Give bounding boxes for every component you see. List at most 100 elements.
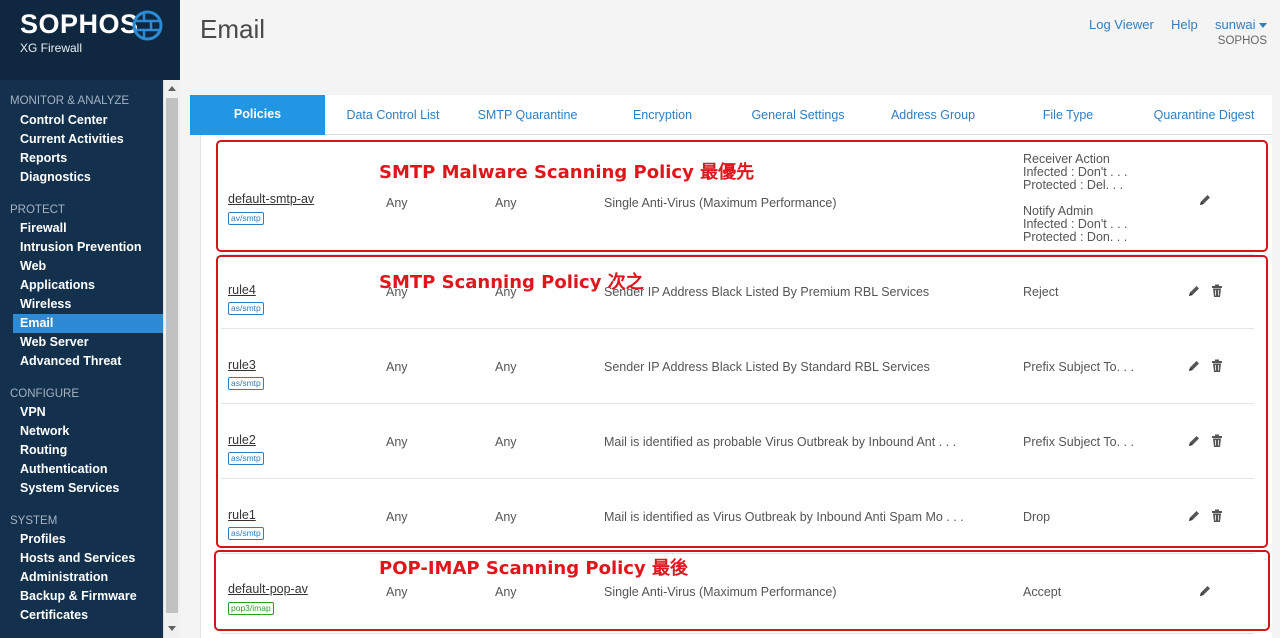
- user-menu[interactable]: sunwai: [1215, 17, 1268, 32]
- nav-item-advanced-threat[interactable]: Advanced Threat: [0, 352, 163, 371]
- policy-type-badge: as/smtp: [228, 377, 264, 390]
- edit-pencil-icon[interactable]: [1187, 434, 1201, 448]
- tab-bar: Policies Data Control List SMTP Quaranti…: [190, 95, 1272, 135]
- tab-general-settings[interactable]: General Settings: [730, 95, 866, 135]
- table-row[interactable]: rule1 as/smtp Any Any Mail is identified…: [221, 479, 1254, 554]
- nav-item-network[interactable]: Network: [0, 422, 163, 441]
- action-line: Protected : Don. . .: [1023, 230, 1128, 244]
- policy-action: Prefix Subject To. . .: [1023, 360, 1134, 374]
- policy-destination: Any: [495, 360, 517, 374]
- policy-name-link[interactable]: rule3: [228, 358, 256, 372]
- policy-action: Accept: [1023, 585, 1062, 599]
- main-navigation: MONITOR & ANALYZE Control Center Current…: [0, 80, 163, 638]
- help-link[interactable]: Help: [1171, 17, 1198, 32]
- edit-pencil-icon[interactable]: [1198, 193, 1212, 207]
- policy-name-link[interactable]: rule1: [228, 508, 256, 522]
- policy-list: default-smtp-av av/smtp Any Any Single A…: [200, 135, 1272, 638]
- policy-action: Drop: [1023, 510, 1051, 524]
- annotation-pop-imap: POP-IMAP Scanning Policy 最後: [379, 558, 688, 579]
- trash-icon[interactable]: [1210, 359, 1224, 373]
- table-row[interactable]: default-pop-av pop3/imap Any Any Single …: [221, 554, 1254, 634]
- edit-pencil-icon[interactable]: [1187, 284, 1201, 298]
- sidebar-scrollbar[interactable]: [163, 80, 180, 638]
- table-row[interactable]: rule2 as/smtp Any Any Mail is identified…: [221, 404, 1254, 479]
- nav-item-vpn[interactable]: VPN: [0, 403, 163, 422]
- product-name: XG Firewall: [20, 41, 83, 55]
- organization-name: SOPHOS: [1217, 35, 1267, 47]
- edit-pencil-icon[interactable]: [1187, 509, 1201, 523]
- scroll-up-arrow-icon[interactable]: [168, 86, 176, 91]
- nav-item-hosts-and-services[interactable]: Hosts and Services: [0, 549, 163, 568]
- nav-section-system: SYSTEM: [10, 515, 58, 527]
- policy-description: Mail is identified as Virus Outbreak by …: [604, 510, 964, 524]
- tab-address-group[interactable]: Address Group: [866, 95, 1000, 135]
- trash-icon[interactable]: [1210, 284, 1224, 298]
- nav-item-intrusion-prevention[interactable]: Intrusion Prevention: [0, 238, 163, 257]
- tab-file-type[interactable]: File Type: [1000, 95, 1136, 135]
- table-row[interactable]: rule3 as/smtp Any Any Sender IP Address …: [221, 329, 1254, 404]
- nav-item-applications[interactable]: Applications: [0, 276, 163, 295]
- policy-name-link[interactable]: default-smtp-av: [228, 192, 314, 206]
- nav-item-system-services[interactable]: System Services: [0, 479, 163, 498]
- nav-item-profiles[interactable]: Profiles: [0, 530, 163, 549]
- tab-encryption[interactable]: Encryption: [595, 95, 730, 135]
- chevron-down-icon: [1259, 23, 1268, 29]
- table-row[interactable]: rule4 as/smtp Any Any Sender IP Address …: [221, 255, 1254, 329]
- nav-item-reports[interactable]: Reports: [0, 149, 163, 168]
- policy-description: Sender IP Address Black Listed By Premiu…: [604, 285, 930, 299]
- policy-type-badge: as/smtp: [228, 452, 264, 465]
- policy-name-link[interactable]: rule4: [228, 283, 256, 297]
- policy-action-details: Receiver Action Infected : Don't . . . P…: [1023, 153, 1128, 244]
- globe-icon: [132, 10, 163, 41]
- scrollbar-thumb[interactable]: [166, 98, 178, 613]
- policy-destination: Any: [495, 196, 517, 210]
- nav-item-email[interactable]: Email: [13, 314, 163, 333]
- policy-type-badge: pop3/imap: [228, 602, 274, 615]
- log-viewer-link[interactable]: Log Viewer: [1089, 17, 1154, 32]
- nav-item-backup-firmware[interactable]: Backup & Firmware: [0, 587, 163, 606]
- policy-action: Prefix Subject To. . .: [1023, 435, 1134, 449]
- action-line: Protected : Del. . .: [1023, 178, 1124, 192]
- policy-destination: Any: [495, 585, 517, 599]
- policy-description: Single Anti-Virus (Maximum Performance): [604, 585, 837, 599]
- brand-area: SOPHOS XG Firewall: [0, 0, 180, 80]
- nav-section-configure: CONFIGURE: [10, 388, 79, 400]
- policy-type-badge: as/smtp: [228, 527, 264, 540]
- annotation-smtp-malware: SMTP Malware Scanning Policy 最優先: [379, 162, 755, 183]
- policy-description: Single Anti-Virus (Maximum Performance): [604, 196, 837, 210]
- policy-destination: Any: [495, 510, 517, 524]
- nav-item-web[interactable]: Web: [0, 257, 163, 276]
- nav-section-protect: PROTECT: [10, 204, 65, 216]
- edit-pencil-icon[interactable]: [1187, 359, 1201, 373]
- user-name: sunwai: [1215, 17, 1256, 32]
- policy-name-link[interactable]: default-pop-av: [228, 582, 308, 596]
- nav-item-routing[interactable]: Routing: [0, 441, 163, 460]
- policy-type-badge: av/smtp: [228, 212, 264, 225]
- tab-data-control-list[interactable]: Data Control List: [326, 95, 460, 135]
- nav-item-certificates[interactable]: Certificates: [0, 606, 163, 625]
- policy-source: Any: [386, 510, 408, 524]
- trash-icon[interactable]: [1210, 509, 1224, 523]
- nav-section-monitor: MONITOR & ANALYZE: [10, 95, 130, 107]
- nav-item-diagnostics[interactable]: Diagnostics: [0, 168, 163, 187]
- nav-item-administration[interactable]: Administration: [0, 568, 163, 587]
- scroll-down-arrow-icon[interactable]: [168, 626, 176, 631]
- tab-quarantine-digest[interactable]: Quarantine Digest: [1136, 95, 1272, 135]
- policy-source: Any: [386, 360, 408, 374]
- edit-pencil-icon[interactable]: [1198, 584, 1212, 598]
- policy-name-link[interactable]: rule2: [228, 433, 256, 447]
- nav-item-control-center[interactable]: Control Center: [0, 111, 163, 130]
- nav-item-firewall[interactable]: Firewall: [0, 219, 163, 238]
- sidebar: SOPHOS XG Firewall MONITOR & ANALYZE Con…: [0, 0, 180, 638]
- policy-action: Reject: [1023, 285, 1059, 299]
- nav-item-wireless[interactable]: Wireless: [0, 295, 163, 314]
- policy-source: Any: [386, 585, 408, 599]
- trash-icon[interactable]: [1210, 434, 1224, 448]
- tab-policies[interactable]: Policies: [190, 95, 325, 135]
- nav-item-web-server[interactable]: Web Server: [0, 333, 163, 352]
- nav-item-authentication[interactable]: Authentication: [0, 460, 163, 479]
- policy-description: Sender IP Address Black Listed By Standa…: [604, 360, 930, 374]
- tab-smtp-quarantine[interactable]: SMTP Quarantine: [460, 95, 595, 135]
- page-title: Email: [200, 14, 266, 44]
- nav-item-current-activities[interactable]: Current Activities: [0, 130, 163, 149]
